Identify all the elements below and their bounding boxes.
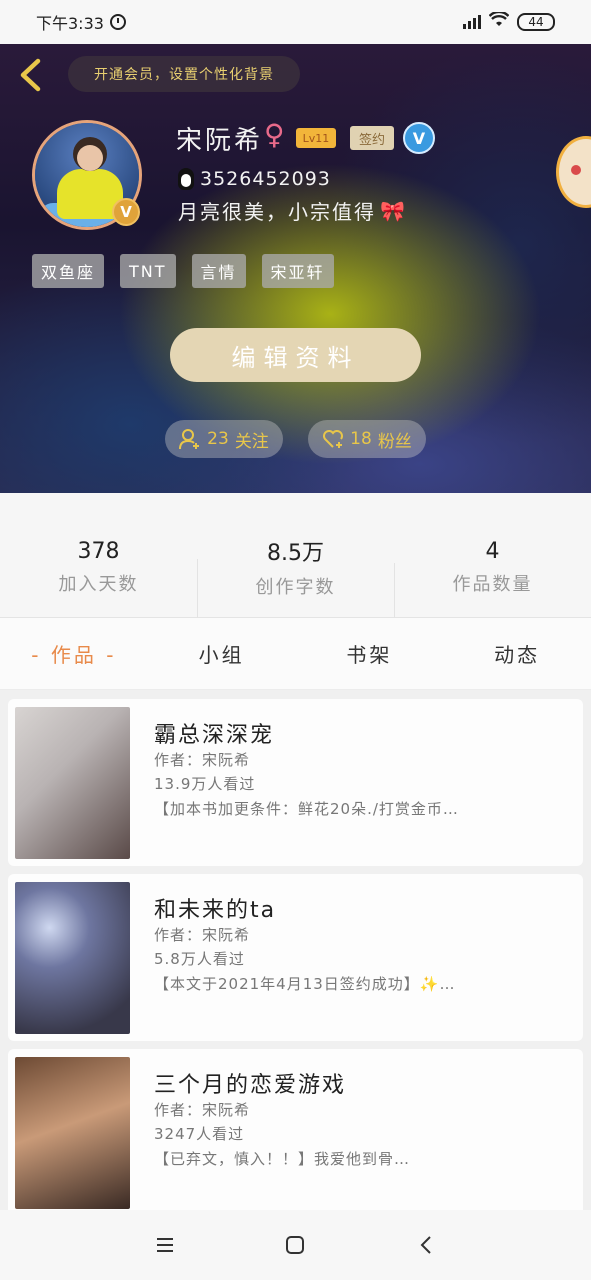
stat-value: 378: [77, 538, 120, 564]
qq-row: 3526452093: [178, 168, 331, 190]
tag[interactable]: TNT: [120, 254, 176, 288]
blue-v-icon: V: [403, 122, 435, 154]
qq-penguin-icon: [178, 168, 194, 190]
tab-activity[interactable]: 动态: [443, 639, 591, 668]
tag[interactable]: 宋亚轩: [261, 254, 334, 288]
work-cover-image[interactable]: [15, 882, 130, 1034]
stat-word-count: 8.5万 创作字数: [197, 511, 394, 619]
status-icons: 44: [463, 10, 555, 32]
status-bar: 下午3:33 44: [0, 0, 591, 44]
back-chevron-icon[interactable]: [411, 1230, 441, 1260]
work-author: 作者：宋阮希: [154, 1101, 251, 1119]
fans-label: 粉丝: [377, 431, 412, 452]
work-author: 作者：宋阮希: [154, 751, 251, 769]
level-badge: Lv11: [296, 128, 336, 148]
edit-profile-button[interactable]: 编辑资料: [170, 328, 421, 382]
work-title: 三个月的恋爱游戏: [154, 1073, 347, 1098]
tag[interactable]: 双鱼座: [32, 254, 105, 288]
following-count: 23: [207, 429, 229, 449]
works-list: 霸总深深宠 作者：宋阮希 13.9万人看过 【加本书加更条件：鲜花20朵./打赏…: [0, 690, 591, 1210]
work-title: 霸总深深宠: [154, 723, 275, 748]
following-button[interactable]: 23 关注: [165, 420, 283, 458]
work-description: 【已弃文，慎入！！】我爱他到骨…: [154, 1150, 411, 1168]
work-author: 作者：宋阮希: [154, 926, 251, 944]
home-square-icon[interactable]: [280, 1230, 310, 1260]
profile-header: 开通会员，设置个性化背景 V 宋阮希 ♀ Lv11 签约 V 352645209…: [0, 44, 591, 493]
stat-join-days: 378 加入天数: [0, 515, 197, 596]
alarm-icon: [109, 14, 126, 30]
bow-emoji-icon: 🎀: [380, 198, 407, 223]
stat-work-count: 4 作品数量: [394, 515, 591, 623]
work-card[interactable]: 和未来的ta 作者：宋阮希 5.8万人看过 【本文于2021年4月13日签约成功…: [8, 874, 583, 1041]
signature: 月亮很美，小宗值得 🎀: [178, 196, 407, 225]
following-label: 关注: [234, 431, 269, 452]
stat-label: 创作字数: [255, 577, 336, 598]
work-title: 和未来的ta: [154, 898, 277, 923]
user-name: 宋阮希: [176, 126, 264, 156]
work-cover-image[interactable]: [15, 707, 130, 859]
stat-label: 加入天数: [58, 573, 139, 595]
profile-tabs: - 作品 - 小组 书架 动态: [0, 618, 591, 690]
stats-row: 378 加入天数 8.5万 创作字数 4 作品数量: [0, 493, 591, 623]
work-views: 3247人看过: [154, 1125, 245, 1143]
back-arrow-icon[interactable]: [14, 58, 46, 92]
work-description: 【本文于2021年4月13日签约成功】✨…: [154, 975, 456, 993]
work-views: 5.8万人看过: [154, 950, 245, 968]
tab-works[interactable]: - 作品 -: [0, 639, 148, 668]
tag-list: 双鱼座 TNT 言情 宋亚轩: [32, 254, 334, 288]
status-time: 下午3:33: [36, 14, 104, 33]
fans-count: 18: [350, 429, 372, 449]
signed-author-badge: 签约: [350, 126, 394, 150]
qq-number: 3526452093: [200, 168, 331, 190]
tab-bookshelf[interactable]: 书架: [296, 639, 444, 668]
mascot-icon[interactable]: [556, 136, 591, 208]
verified-badge: V: [112, 198, 140, 226]
female-gender-icon: ♀: [264, 118, 285, 151]
stat-value: 8.5万: [267, 541, 324, 566]
signal-icon: [463, 15, 481, 29]
stat-value: 4: [485, 538, 500, 564]
user-add-icon: [179, 428, 201, 450]
heart-add-icon: [322, 428, 344, 450]
stat-label: 作品数量: [452, 573, 533, 595]
system-nav-bar: [0, 1210, 591, 1280]
vip-banner[interactable]: 开通会员，设置个性化背景: [68, 56, 300, 92]
tab-groups[interactable]: 小组: [148, 639, 296, 668]
work-views: 13.9万人看过: [154, 775, 256, 793]
signature-text: 月亮很美，小宗值得: [178, 200, 376, 224]
work-cover-image[interactable]: [15, 1057, 130, 1209]
work-card[interactable]: 三个月的恋爱游戏 作者：宋阮希 3247人看过 【已弃文，慎入！！】我爱他到骨…: [8, 1049, 583, 1210]
menu-icon[interactable]: [150, 1230, 180, 1260]
wifi-icon: [488, 10, 510, 32]
work-card[interactable]: 霸总深深宠 作者：宋阮希 13.9万人看过 【加本书加更条件：鲜花20朵./打赏…: [8, 699, 583, 866]
work-description: 【加本书加更条件：鲜花20朵./打赏金币…: [154, 800, 459, 818]
battery-icon: 44: [517, 13, 555, 31]
tag[interactable]: 言情: [191, 254, 246, 288]
fans-button[interactable]: 18 粉丝: [308, 420, 426, 458]
